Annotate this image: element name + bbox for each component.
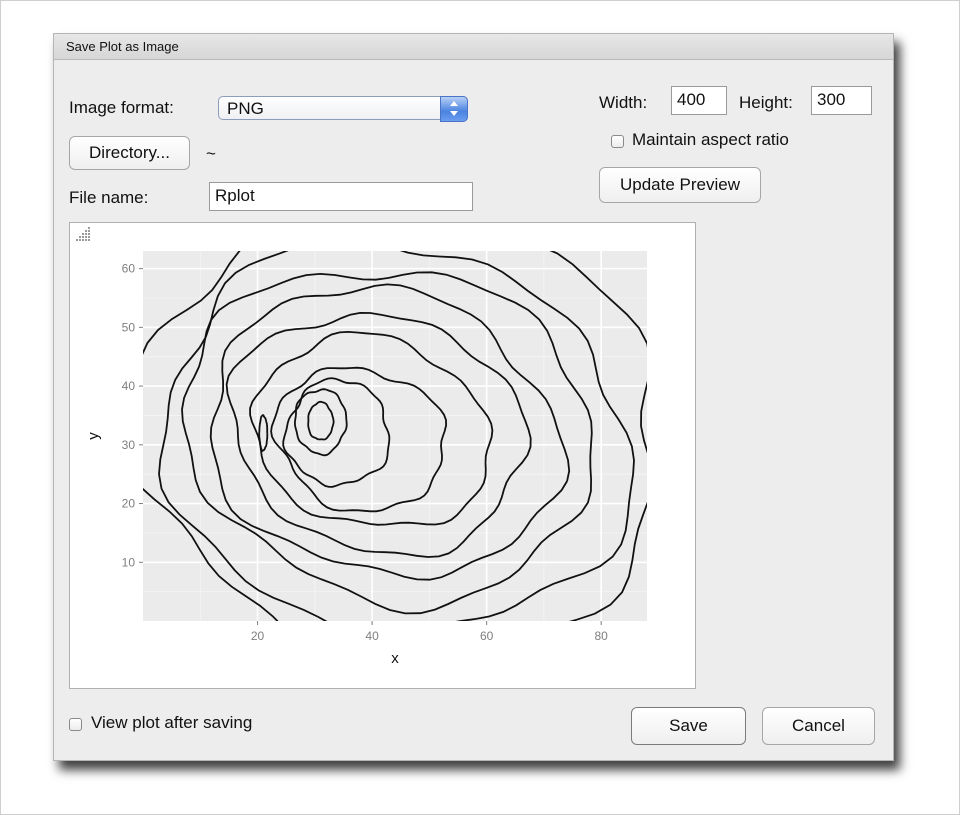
width-label: Width: <box>599 93 648 112</box>
y-tick-label: 60 <box>122 262 136 276</box>
save-plot-dialog: Save Plot as Image Image format: PNG Dir… <box>53 33 894 761</box>
dialog-titlebar[interactable]: Save Plot as Image <box>54 34 893 60</box>
x-axis-label: x <box>391 650 399 667</box>
y-tick-label: 50 <box>122 320 136 334</box>
image-format-value: PNG <box>227 99 264 118</box>
y-axis-label: y <box>85 432 102 440</box>
directory-path: ~ <box>206 144 216 163</box>
view-after-saving-label: View plot after saving <box>91 713 253 732</box>
x-tick-label: 60 <box>480 629 494 643</box>
resize-grip-icon[interactable] <box>70 223 92 245</box>
directory-button[interactable]: Directory... <box>69 136 190 170</box>
image-format-select[interactable]: PNG <box>218 96 468 122</box>
cancel-button[interactable]: Cancel <box>762 707 875 745</box>
plot-preview: 20 40 60 80 10 20 30 40 50 60 x y <box>69 222 696 689</box>
maintain-aspect-checkbox[interactable] <box>611 135 624 148</box>
save-button[interactable]: Save <box>631 707 746 745</box>
x-tick-label: 20 <box>251 629 265 643</box>
image-format-label: Image format: <box>69 98 174 117</box>
update-preview-button[interactable]: Update Preview <box>599 167 761 203</box>
file-name-input[interactable]: Rplot <box>209 182 473 211</box>
contour-plot: 20 40 60 80 10 20 30 40 50 60 x y <box>85 251 647 667</box>
y-tick-label: 40 <box>122 379 136 393</box>
x-tick-label: 80 <box>595 629 609 643</box>
height-input[interactable]: 300 <box>811 86 872 115</box>
maintain-aspect-label: Maintain aspect ratio <box>632 130 789 149</box>
plot-panel <box>143 251 647 621</box>
file-name-label: File name: <box>69 188 149 207</box>
x-tick-label: 40 <box>365 629 379 643</box>
y-tick-label: 20 <box>122 497 136 511</box>
view-after-saving-checkbox[interactable] <box>69 718 82 731</box>
y-tick-label: 30 <box>122 438 136 452</box>
width-input[interactable]: 400 <box>671 86 727 115</box>
y-tick-label: 10 <box>122 555 136 569</box>
height-label: Height: <box>739 93 793 112</box>
dialog-title: Save Plot as Image <box>66 39 179 54</box>
select-arrows-icon <box>440 96 468 122</box>
